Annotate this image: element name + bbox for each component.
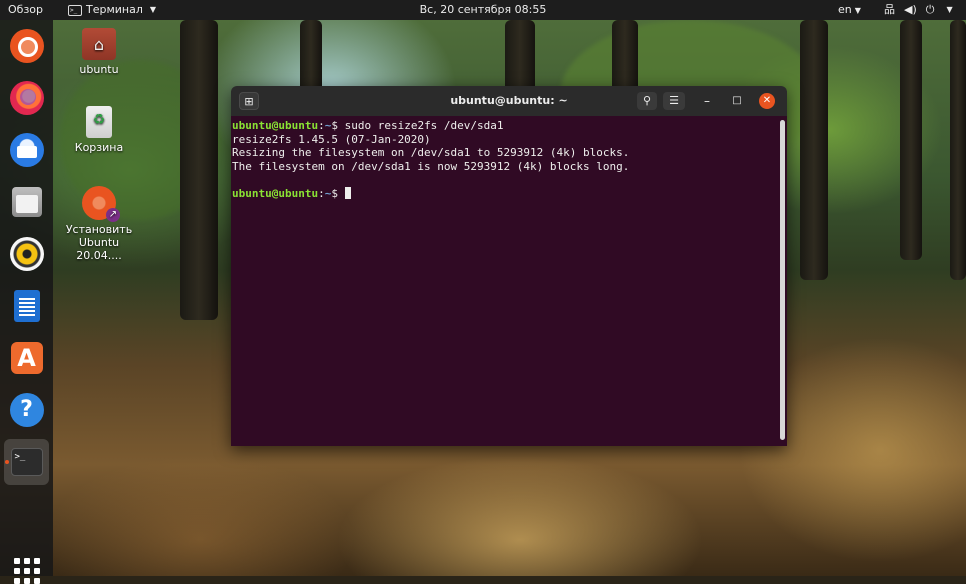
- dock-item-libreoffice-writer[interactable]: [4, 283, 49, 329]
- search-icon: ⚲: [642, 94, 652, 107]
- dock-item-rhythmbox[interactable]: [4, 231, 49, 277]
- terminal-output-line: The filesystem on /dev/sda1 is now 52939…: [232, 159, 630, 173]
- search-button[interactable]: ⚲: [637, 92, 657, 110]
- dock-item-thunderbird[interactable]: [4, 127, 49, 173]
- dock: A ? >_: [0, 20, 53, 584]
- new-tab-icon: ⊞: [244, 95, 254, 108]
- close-icon: ✕: [762, 95, 772, 106]
- network-icon: 品: [884, 3, 895, 16]
- volume-icon: ◀︎): [904, 3, 917, 16]
- rhythmbox-icon: [9, 237, 44, 271]
- system-menu[interactable]: 品 ◀︎) ⏻ ▼: [884, 0, 953, 20]
- menu-button[interactable]: ☰: [663, 92, 685, 110]
- trash-icon: [86, 106, 112, 138]
- top-bar: Обзор >_ Терминал ▼ Вс, 20 сентября 08:5…: [0, 0, 966, 20]
- chevron-down-icon: ▼: [854, 6, 861, 15]
- running-indicator: [5, 460, 9, 464]
- terminal-window: ⊞ ubuntu@ubuntu: ~ ⚲ ☰ – □ ✕ ubuntu@ubun…: [231, 86, 787, 446]
- terminal-prompt-line: ubuntu@ubuntu:~$: [232, 186, 773, 201]
- dock-item-files[interactable]: [4, 179, 49, 225]
- terminal-output-line: resize2fs 1.45.5 (07-Jan-2020): [232, 132, 431, 146]
- terminal-titlebar[interactable]: ⊞ ubuntu@ubuntu: ~ ⚲ ☰ – □ ✕: [231, 86, 787, 116]
- show-applications-icon[interactable]: [14, 558, 40, 584]
- home-folder-icon: [82, 28, 116, 60]
- clock-label[interactable]: Вс, 20 сентября 08:55: [420, 3, 547, 16]
- terminal-command-line: ubuntu@ubuntu:~$ sudo resize2fs /dev/sda…: [232, 119, 504, 132]
- new-tab-button[interactable]: ⊞: [239, 92, 259, 110]
- text-cursor: [344, 186, 351, 199]
- hamburger-icon: ☰: [669, 94, 679, 107]
- desktop-icon-home[interactable]: ubuntu: [59, 28, 139, 76]
- language-switcher[interactable]: en ▼: [838, 0, 861, 20]
- desktop-icon-install-ubuntu[interactable]: Установить Ubuntu 20.04....: [59, 186, 139, 262]
- minimize-icon: –: [704, 94, 710, 108]
- prompt-user: ubuntu@ubuntu: [232, 119, 319, 132]
- dock-item-ubuntu-software[interactable]: A: [4, 335, 49, 381]
- language-label: en: [838, 3, 852, 16]
- desktop-icon-label: ubuntu: [79, 63, 119, 76]
- writer-icon: [13, 290, 40, 322]
- desktop-icon-label: Установить Ubuntu 20.04....: [65, 223, 133, 262]
- ubuntu-installer-icon: [9, 29, 44, 63]
- firefox-icon: [9, 81, 44, 115]
- desktop-icon-trash[interactable]: Корзина: [59, 106, 139, 154]
- prompt-user: ubuntu@ubuntu: [232, 186, 319, 200]
- prompt-path: ~: [324, 119, 332, 132]
- app-menu[interactable]: >_ Терминал ▼: [68, 0, 156, 20]
- close-button[interactable]: ✕: [759, 93, 775, 109]
- thunderbird-icon: [9, 133, 44, 167]
- software-store-icon: A: [10, 342, 43, 374]
- power-icon: ⏻: [925, 3, 935, 16]
- app-menu-label: Терминал: [86, 3, 143, 16]
- terminal-scrollbar[interactable]: [780, 120, 785, 440]
- prompt-path: ~: [324, 186, 332, 200]
- maximize-button[interactable]: □: [729, 92, 745, 110]
- terminal-output-line: Resizing the filesystem on /dev/sda1 to …: [232, 146, 630, 159]
- install-ubuntu-icon: [82, 186, 120, 222]
- help-icon: ?: [9, 393, 44, 427]
- activities-button[interactable]: Обзор: [8, 0, 43, 20]
- dock-item-terminal[interactable]: >_: [4, 439, 49, 485]
- terminal-command: sudo resize2fs /dev/sda1: [344, 119, 504, 132]
- dock-item-ubuntu-installer[interactable]: [4, 23, 49, 69]
- chevron-down-icon: ▼: [149, 5, 157, 14]
- dock-item-help[interactable]: ?: [4, 387, 49, 433]
- dock-item-firefox[interactable]: [4, 75, 49, 121]
- terminal-output[interactable]: ubuntu@ubuntu:~$ sudo resize2fs /dev/sda…: [231, 116, 787, 446]
- maximize-icon: □: [732, 95, 742, 106]
- desktop-icon-label: Корзина: [74, 141, 124, 154]
- terminal-icon: >_: [10, 448, 43, 476]
- chevron-down-icon: ▼: [946, 5, 953, 14]
- minimize-button[interactable]: –: [699, 92, 715, 110]
- terminal-icon: >_: [68, 4, 82, 16]
- files-icon: [11, 187, 42, 217]
